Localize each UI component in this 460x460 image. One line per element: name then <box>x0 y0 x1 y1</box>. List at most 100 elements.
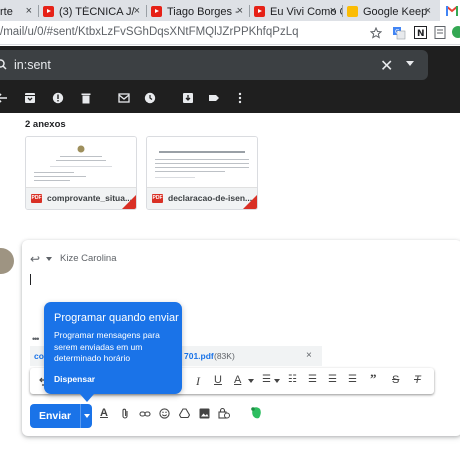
snooze-clock-icon[interactable] <box>144 92 156 104</box>
remove-formatting-icon[interactable]: T <box>414 374 421 386</box>
attachment-preview <box>26 137 136 187</box>
browser-tab[interactable]: Google Keep × <box>345 2 437 21</box>
tab-label: Tiago Borges - <box>167 5 239 18</box>
browser-tab[interactable]: (3) TÉCNICA J/ × <box>41 2 146 21</box>
browser-tab[interactable]: Eu Vivi Como C × <box>252 2 342 21</box>
attachment-card[interactable]: PDF comprovante_situa... <box>25 136 137 210</box>
dismiss-button[interactable]: Dispensar <box>54 374 95 384</box>
tab-separator <box>38 5 39 17</box>
url-prefix: /mail/u/0/ <box>0 26 47 38</box>
attachment-footer: PDF comprovante_situa... <box>26 187 136 209</box>
tab-label: Google Keep <box>363 5 428 18</box>
url-hash: #sent/KtbxLzFvSGhDqsXNtFMQlJZrPPKhfqPzLq <box>46 26 299 38</box>
label-icon[interactable] <box>208 92 220 104</box>
indent-less-icon[interactable]: ☰ <box>328 374 337 385</box>
search-options-icon[interactable] <box>406 61 414 66</box>
pdf-corner-icon <box>243 195 257 209</box>
tab-label: rte <box>0 5 13 18</box>
more-vert-icon[interactable] <box>234 92 246 104</box>
schedule-send-tooltip: Programar quando enviar Programar mensag… <box>44 302 182 394</box>
browser-tab[interactable]: Tiago Borges - × <box>149 2 249 21</box>
browser-tab[interactable]: rte × <box>0 2 38 21</box>
remove-attachment-icon[interactable]: × <box>306 350 312 361</box>
tab-close-icon[interactable]: × <box>237 5 243 17</box>
show-trimmed-content-icon[interactable]: ••• <box>32 334 40 344</box>
browser-tab-strip: rte × (3) TÉCNICA J/ × Tiago Borges - × … <box>0 0 460 21</box>
svg-text:N: N <box>417 29 425 39</box>
tooltip-title: Programar quando enviar <box>54 312 179 324</box>
google-keep-icon <box>347 6 358 17</box>
clear-search-icon[interactable]: ✕ <box>380 56 393 76</box>
evernote-addon-icon[interactable] <box>250 406 263 420</box>
avatar <box>0 248 14 274</box>
search-icon[interactable] <box>0 59 7 70</box>
quote-icon[interactable]: ” <box>370 371 377 387</box>
strikethrough-icon[interactable]: S <box>392 374 399 386</box>
attached-file-size: (83K) <box>214 351 235 361</box>
browser-tab-active[interactable] <box>440 0 460 21</box>
mark-unread-icon[interactable] <box>118 92 130 104</box>
tab-close-icon[interactable]: × <box>134 5 140 17</box>
tooltip-pointer <box>80 394 94 402</box>
underline-icon[interactable]: U <box>214 374 222 386</box>
tab-close-icon[interactable]: × <box>330 5 336 17</box>
attachment-footer: PDF declaracao-de-isen... <box>147 187 257 209</box>
align-dropdown-icon[interactable] <box>274 379 280 383</box>
tab-separator <box>342 5 343 17</box>
youtube-icon <box>254 6 265 17</box>
numbered-list-icon[interactable]: ☷ <box>288 374 297 385</box>
confidential-mode-icon[interactable] <box>218 407 230 419</box>
tab-separator <box>249 5 250 17</box>
text-color-dropdown-icon[interactable] <box>248 379 254 383</box>
attachments-count: 2 anexos <box>25 119 66 130</box>
notion-extension-icon[interactable]: N <box>414 26 427 39</box>
tab-close-icon[interactable]: × <box>425 5 431 17</box>
insert-link-icon[interactable] <box>139 409 151 419</box>
italic-icon[interactable]: I <box>196 374 200 389</box>
attach-file-icon[interactable] <box>120 408 130 420</box>
attached-file-name-start: co <box>34 351 44 361</box>
send-button[interactable]: Enviar <box>30 404 80 428</box>
tooltip-body: Programar mensagens para serem enviadas … <box>54 330 160 363</box>
send-options-button[interactable] <box>80 404 92 428</box>
archive-icon[interactable] <box>24 92 36 104</box>
google-drive-icon[interactable] <box>179 408 190 419</box>
tab-separator <box>146 5 147 17</box>
insert-emoji-icon[interactable] <box>159 408 170 419</box>
reply-type-dropdown-icon[interactable] <box>46 257 52 261</box>
youtube-icon <box>151 6 162 17</box>
address-bar[interactable]: /mail/u/0/#sent/KtbxLzFvSGhDqsXNtFMQlJZr… <box>0 21 460 45</box>
pdf-corner-icon <box>122 195 136 209</box>
attachment-name: comprovante_situa... <box>47 193 133 203</box>
gmail-icon <box>446 5 458 16</box>
reply-arrow-icon[interactable]: ↩ <box>30 252 40 266</box>
text-color-icon[interactable]: A <box>234 374 241 386</box>
document-extension-icon[interactable] <box>434 26 446 39</box>
attachment-card[interactable]: PDF declaracao-de-isen... <box>146 136 258 210</box>
bulleted-list-icon[interactable]: ☰ <box>308 374 317 385</box>
move-to-icon[interactable] <box>182 92 194 104</box>
attachment-preview <box>147 137 257 187</box>
attached-file-name: 701.pdf <box>184 351 214 361</box>
attachment-name: declaracao-de-isen... <box>168 193 253 203</box>
translate-extension-icon[interactable]: G <box>392 26 406 40</box>
align-icon[interactable]: ☰ <box>262 374 271 385</box>
star-bookmark-icon[interactable] <box>370 27 382 39</box>
search-bar[interactable]: in:sent ✕ <box>0 50 428 80</box>
svg-text:G: G <box>395 29 400 36</box>
delete-icon[interactable] <box>80 92 92 104</box>
pdf-icon: PDF <box>152 194 163 203</box>
recipient-name[interactable]: Kize Carolina <box>60 253 117 264</box>
url-text[interactable]: /mail/u/0/#sent/KtbxLzFvSGhDqsXNtFMQlJZr… <box>0 26 298 38</box>
report-spam-icon[interactable] <box>52 92 64 104</box>
indent-more-icon[interactable]: ☰ <box>348 374 357 385</box>
pdf-icon: PDF <box>31 194 42 203</box>
youtube-icon <box>43 6 54 17</box>
back-arrow-icon[interactable] <box>0 92 8 104</box>
insert-photo-icon[interactable] <box>199 408 210 419</box>
evernote-extension-icon[interactable] <box>452 26 460 38</box>
tab-close-icon[interactable]: × <box>26 5 32 17</box>
tab-label: (3) TÉCNICA J/ <box>59 5 135 18</box>
search-input[interactable]: in:sent <box>14 58 51 72</box>
formatting-options-icon[interactable]: A <box>100 407 108 419</box>
